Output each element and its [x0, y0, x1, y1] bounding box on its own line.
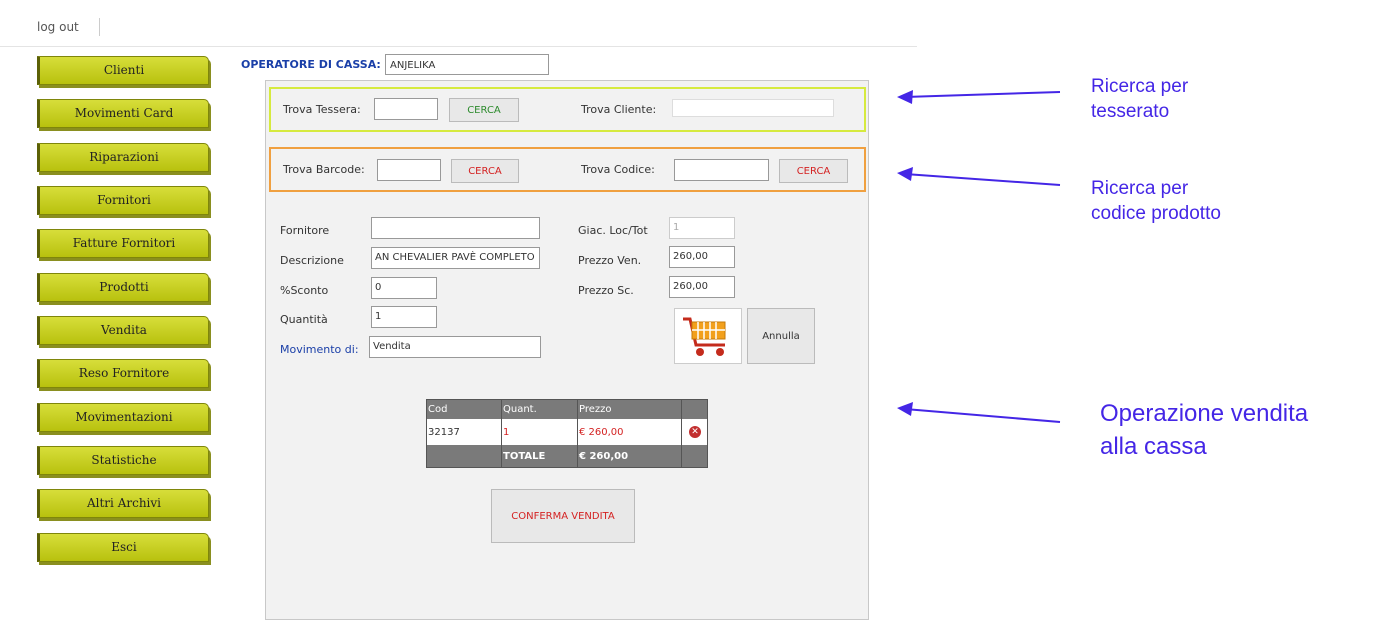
prezzo-sc-label: Prezzo Sc. — [578, 284, 634, 297]
logout-link[interactable]: log out — [37, 20, 79, 34]
total-spacer — [427, 445, 502, 467]
prezzo-sc-input[interactable]: 260,00 — [669, 276, 735, 298]
annotation-line: Ricerca per — [1091, 76, 1189, 97]
sidebar-item-statistiche[interactable]: Statistiche — [37, 446, 209, 476]
quant-cell: 1 — [502, 419, 578, 445]
sidebar-item-riparazioni[interactable]: Riparazioni — [37, 142, 209, 172]
operator-field[interactable]: ANJELIKA — [385, 54, 549, 75]
annotation-line: Operazione vendita — [1100, 400, 1309, 427]
sidebar-item-esci[interactable]: Esci — [37, 532, 209, 562]
cliente-input[interactable] — [672, 99, 834, 117]
giacenza-field: 1 — [669, 217, 735, 239]
card-search-box: Trova Tessera: CERCA Trova Cliente: — [269, 87, 866, 132]
delete-icon[interactable]: ✕ — [689, 426, 701, 438]
sidebar-item-prodotti[interactable]: Prodotti — [37, 272, 209, 302]
cerca-codice-button[interactable]: CERCA — [779, 159, 848, 183]
add-to-cart-button[interactable] — [674, 308, 742, 364]
barcode-label: Trova Barcode: — [283, 163, 365, 176]
annotation-line: tesserato — [1091, 101, 1170, 122]
sidebar-item-fatture-fornitori[interactable]: Fatture Fornitori — [37, 229, 209, 259]
total-label: TOTALE — [502, 445, 578, 467]
fornitore-input[interactable] — [371, 217, 540, 239]
sidebar-item-fornitori[interactable]: Fornitori — [37, 186, 209, 216]
annulla-button[interactable]: Annulla — [747, 308, 815, 364]
descrizione-input[interactable]: AN CHEVALIER PAVÈ COMPLETO — [371, 247, 540, 269]
sconto-label: %Sconto — [280, 284, 329, 297]
column-header: Cod — [427, 400, 502, 419]
sidebar-item-movimenti-card[interactable]: Movimenti Card — [37, 99, 209, 129]
movimento-label: Movimento di: — [280, 343, 359, 356]
annotation-line: Ricerca per — [1091, 178, 1189, 199]
product-search-box: Trova Barcode: CERCA Trova Codice: CERCA — [269, 147, 866, 192]
total-value: € 260,00 — [578, 445, 682, 467]
annotation-sale: Operazione vendita alla cassa — [1100, 397, 1308, 463]
confirm-sale-button[interactable]: CONFERMA VENDITA — [491, 489, 635, 543]
prezzo-ven-input[interactable]: 260,00 — [669, 246, 735, 268]
sidebar-item-movimentazioni[interactable]: Movimentazioni — [37, 402, 209, 432]
top-bar: log out — [0, 12, 917, 47]
fornitore-label: Fornitore — [280, 224, 330, 237]
table-row: 32137 1 € 260,00 ✕ — [427, 419, 707, 445]
sidebar-item-reso-fornitore[interactable]: Reso Fornitore — [37, 359, 209, 389]
cerca-tessera-button[interactable]: CERCA — [449, 98, 519, 122]
arrow-icon — [897, 167, 1061, 186]
column-header — [682, 400, 707, 419]
annotation-card-search: Ricerca per tesserato — [1091, 74, 1188, 124]
barcode-input[interactable] — [377, 159, 441, 181]
annotation-product-search: Ricerca per codice prodotto — [1091, 176, 1221, 226]
divider — [99, 18, 100, 36]
movimento-select[interactable]: Vendita — [369, 336, 541, 358]
sidebar-item-clienti[interactable]: Clienti — [37, 56, 209, 85]
column-header: Prezzo — [578, 400, 682, 419]
descrizione-label: Descrizione — [280, 254, 344, 267]
tessera-label: Trova Tessera: — [283, 103, 361, 116]
sidebar-item-altri-archivi[interactable]: Altri Archivi — [37, 489, 209, 519]
sidebar-menu: Clienti Movimenti Card Riparazioni Forni… — [37, 56, 209, 576]
operator-label: OPERATORE DI CASSA: — [241, 58, 381, 71]
annotation-line: alla cassa — [1100, 433, 1207, 460]
quantita-label: Quantità — [280, 313, 328, 326]
arrow-icon — [897, 90, 1061, 104]
cliente-label: Trova Cliente: — [581, 103, 657, 116]
quantita-input[interactable]: 1 — [371, 306, 437, 328]
cod-cell: 32137 — [427, 419, 502, 445]
arrow-icon — [897, 402, 1061, 423]
sconto-input[interactable]: 0 — [371, 277, 437, 299]
sidebar-item-vendita[interactable]: Vendita — [37, 316, 209, 346]
tessera-input[interactable] — [374, 98, 438, 120]
total-row: TOTALE € 260,00 — [427, 445, 707, 467]
giacenza-label: Giac. Loc/Tot — [578, 224, 648, 237]
sale-table: Cod Quant. Prezzo 32137 1 € 260,00 ✕ TOT… — [426, 399, 708, 468]
table-header: Cod Quant. Prezzo — [427, 400, 707, 419]
sale-panel: Trova Tessera: CERCA Trova Cliente: Trov… — [265, 80, 869, 620]
cart-icon — [683, 317, 726, 356]
total-spacer — [682, 445, 707, 467]
codice-label: Trova Codice: — [581, 163, 655, 176]
prezzo-cell: € 260,00 — [578, 419, 682, 445]
cerca-barcode-button[interactable]: CERCA — [451, 159, 519, 183]
column-header: Quant. — [502, 400, 578, 419]
annotation-line: codice prodotto — [1091, 203, 1221, 224]
prezzo-ven-label: Prezzo Ven. — [578, 254, 642, 267]
codice-input[interactable] — [674, 159, 769, 181]
delete-cell: ✕ — [682, 419, 707, 445]
